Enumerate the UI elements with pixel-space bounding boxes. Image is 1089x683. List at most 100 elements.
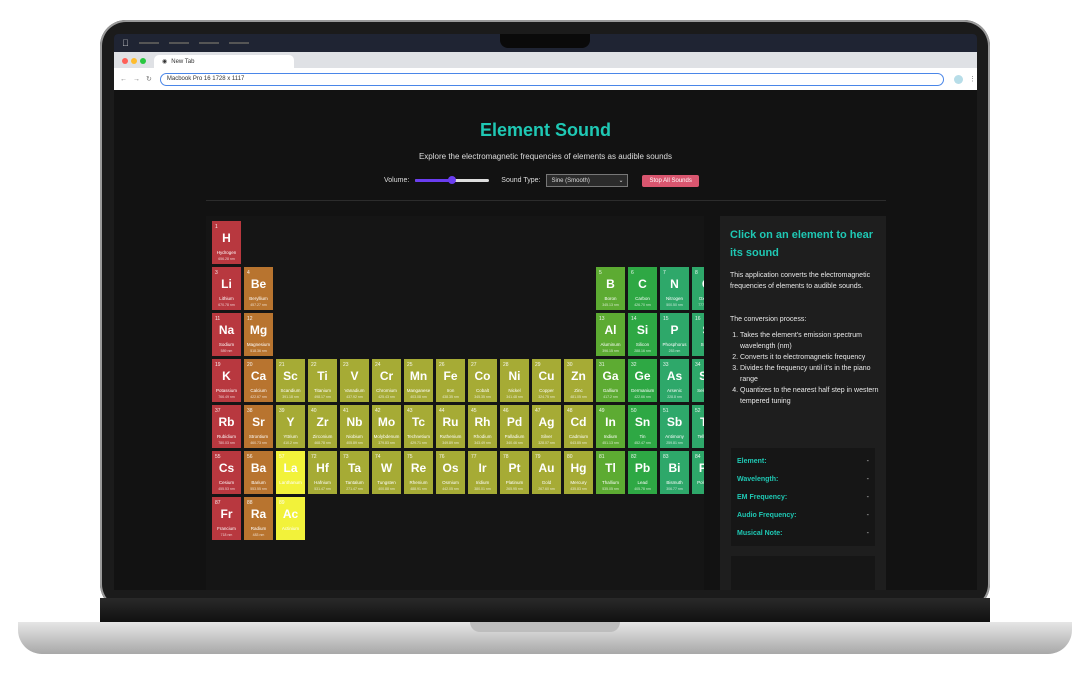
element-cell-strontium[interactable]: 38 Sr Strontium 460.73 nm [244,405,273,448]
element-symbol: Tl [605,461,616,475]
element-cell-cadmium[interactable]: 48 Cd Cadmium 643.85 nm [564,405,593,448]
element-cell-tellurium[interactable]: 52Te Tellurium [692,405,704,448]
element-cell-ruthenium[interactable]: 44 Ru Ruthenium 349.89 nm [436,405,465,448]
element-cell-cobalt[interactable]: 27 Co Cobalt 345.35 nm [468,359,497,402]
element-cell-tin[interactable]: 50 Sn Tin 452.47 nm [628,405,657,448]
element-cell-antimony[interactable]: 51 Sb Antimony 259.81 nm [660,405,689,448]
element-cell-silver[interactable]: 47 Ag Silver 328.07 nm [532,405,561,448]
element-cell-copper[interactable]: 29 Cu Copper 324.75 nm [532,359,561,402]
element-symbol: V [350,369,359,383]
element-cell-hafnium[interactable]: 72 Hf Hafnium 531.47 nm [308,451,337,494]
element-cell-boron[interactable]: 5 B Boron 345.13 nm [596,267,625,310]
element-cell-barium[interactable]: 56 Ba Barium 553.55 nm [244,451,273,494]
element-cell-molybdenum[interactable]: 42 Mo Molybdenum 379.83 nm [372,405,401,448]
element-cell-rhodium[interactable]: 45 Rh Rhodium 343.49 nm [468,405,497,448]
element-cell-chromium[interactable]: 24 Cr Chromium 425.43 nm [372,359,401,402]
element-cell-silicon[interactable]: 14 Si Silicon 288.16 nm [628,313,657,356]
element-cell-nickel[interactable]: 28 Ni Nickel 341.48 nm [500,359,529,402]
volume-slider[interactable] [415,176,490,184]
element-cell-francium[interactable]: 87 Fr Francium 718 nm [212,497,241,540]
element-number: 27 [471,362,477,368]
close-window-button[interactable] [122,58,128,64]
element-cell-oxygen[interactable]: 8O Oxygen 777.19 nm [692,267,704,310]
element-cell-tungsten[interactable]: 74 W Tungsten 400.88 nm [372,451,401,494]
element-cell-magnesium[interactable]: 12 Mg Magnesium 518.36 nm [244,313,273,356]
element-cell-selenium[interactable]: 34Se Selenium [692,359,704,402]
element-cell-platinum[interactable]: 78 Pt Platinum 265.95 nm [500,451,529,494]
element-cell-cesium[interactable]: 55 Cs Cesium 455.53 nm [212,451,241,494]
element-cell-thallium[interactable]: 81 Tl Thallium 535.05 nm [596,451,625,494]
element-wavelength: 426.70 nm [634,303,651,307]
element-cell-rhenium[interactable]: 75 Re Rhenium 488.91 nm [404,451,433,494]
stat-value: - [866,476,869,483]
element-cell-zinc[interactable]: 30 Zn Zinc 481.05 nm [564,359,593,402]
element-cell-indium[interactable]: 49 In Indium 451.13 nm [596,405,625,448]
element-cell-iridium[interactable]: 77 Ir Iridium 380.01 nm [468,451,497,494]
address-bar[interactable]: Macbook Pro 16 1728 x 1117 [159,72,944,86]
element-cell-lithium[interactable]: 3 Li Lithium 670.78 nm [212,267,241,310]
element-cell-osmium[interactable]: 76 Os Osmium 442.05 nm [436,451,465,494]
element-cell-actinium[interactable]: 89 Ac Actinium [276,497,305,540]
element-cell-zirconium[interactable]: 40 Zr Zirconium 468.78 nm [308,405,337,448]
element-cell-germanium[interactable]: 32 Ge Germanium 422.66 nm [628,359,657,402]
element-cell-nitrogen[interactable]: 7 N Nitrogen 500.50 nm [660,267,689,310]
element-number: 14 [631,316,637,322]
element-cell-calcium[interactable]: 20 Ca Calcium 422.67 nm [244,359,273,402]
element-cell-technetium[interactable]: 43 Tc Technetium 429.71 nm [404,405,433,448]
element-cell-mercury[interactable]: 80 Hg Mercury 435.83 nm [564,451,593,494]
element-cell-gallium[interactable]: 31 Ga Gallium 417.2 nm [596,359,625,402]
element-cell-arsenic[interactable]: 33 As Arsenic 228.8 nm [660,359,689,402]
browser-tab[interactable]: ◉ New Tab [154,55,294,68]
element-symbol: Zr [316,415,329,429]
element-symbol: In [605,415,616,429]
process-steps: Takes the element's emission spectrum wa… [730,330,882,407]
element-wavelength: 422.67 nm [250,395,267,399]
maximize-window-button[interactable] [140,58,146,64]
element-wavelength: 380.01 nm [474,487,491,491]
element-cell-polonium[interactable]: 84Po Polonium [692,451,704,494]
element-cell-carbon[interactable]: 6 C Carbon 426.70 nm [628,267,657,310]
element-cell-lead[interactable]: 82 Pb Lead 405.78 nm [628,451,657,494]
back-arrow-icon[interactable]: ← [120,76,127,83]
element-name: Gallium [602,388,619,393]
minimize-window-button[interactable] [131,58,137,64]
element-name: Ruthenium [439,434,462,439]
element-cell-iron[interactable]: 26 Fe Iron 438.35 nm [436,359,465,402]
element-cell-gold[interactable]: 79 Au Gold 267.60 nm [532,451,561,494]
element-cell-titanium[interactable]: 22 Ti Titanium 498.17 nm [308,359,337,402]
volume-slider-handle[interactable] [448,176,457,184]
element-cell-scandium[interactable]: 21 Sc Scandium 391.18 nm [276,359,305,402]
element-cell-beryllium[interactable]: 4 Be Beryllium 457.27 nm [244,267,273,310]
element-cell-tantalum[interactable]: 73 Ta Tantalum 271.47 nm [340,451,369,494]
element-symbol: Os [442,461,459,475]
element-cell-niobium[interactable]: 41 Nb Niobium 405.89 nm [340,405,369,448]
element-symbol: Ac [282,507,299,521]
element-cell-rubidium[interactable]: 37 Rb Rubidium 780.03 nm [212,405,241,448]
element-cell-sodium[interactable]: 11 Na Sodium 589 nm [212,313,241,356]
browser-menu-icon[interactable]: ⋮ [969,75,976,83]
element-cell-yttrium[interactable]: 39 Y Yttrium 410.2 nm [276,405,305,448]
element-cell-manganese[interactable]: 25 Mn Manganese 403.08 nm [404,359,433,402]
sound-type-select[interactable]: Sine (Smooth) ⌄ [546,174,629,187]
element-name: Mercury [570,480,587,485]
element-cell-palladium[interactable]: 46 Pd Palladium 340.46 nm [500,405,529,448]
element-cell-lanthanum[interactable]: 57 La Lanthanum [276,451,305,494]
element-cell-vanadium[interactable]: 23 V Vanadium 437.92 nm [340,359,369,402]
element-cell-phosphorus[interactable]: 15 P Phosphorus 253 nm [660,313,689,356]
element-cell-sulfur[interactable]: 16S Sulfur [692,313,704,356]
element-cell-potassium[interactable]: 19 K Potassium 766.49 nm [212,359,241,402]
forward-arrow-icon[interactable]: → [133,76,140,83]
apple-icon[interactable]:  [122,38,129,48]
stop-all-sounds-button[interactable]: Stop All Sounds [642,174,699,187]
element-name: Tungsten [377,480,396,485]
element-cell-radium[interactable]: 88 Ra Radium 483 nm [244,497,273,540]
profile-avatar-icon[interactable] [953,74,963,84]
element-number: 13 [599,316,605,322]
element-cell-aluminum[interactable]: 13 Al Aluminum 396.15 nm [596,313,625,356]
element-wavelength: 403.08 nm [410,395,427,399]
element-cell-bismuth[interactable]: 83 Bi Bismuth 306.77 nm [660,451,689,494]
element-cell-hydrogen[interactable]: 1 H Hydrogen 656.28 nm [212,221,241,264]
reload-icon[interactable]: ↻ [146,75,152,83]
element-symbol: Ni [508,369,521,383]
element-name: Yttrium [283,434,298,439]
